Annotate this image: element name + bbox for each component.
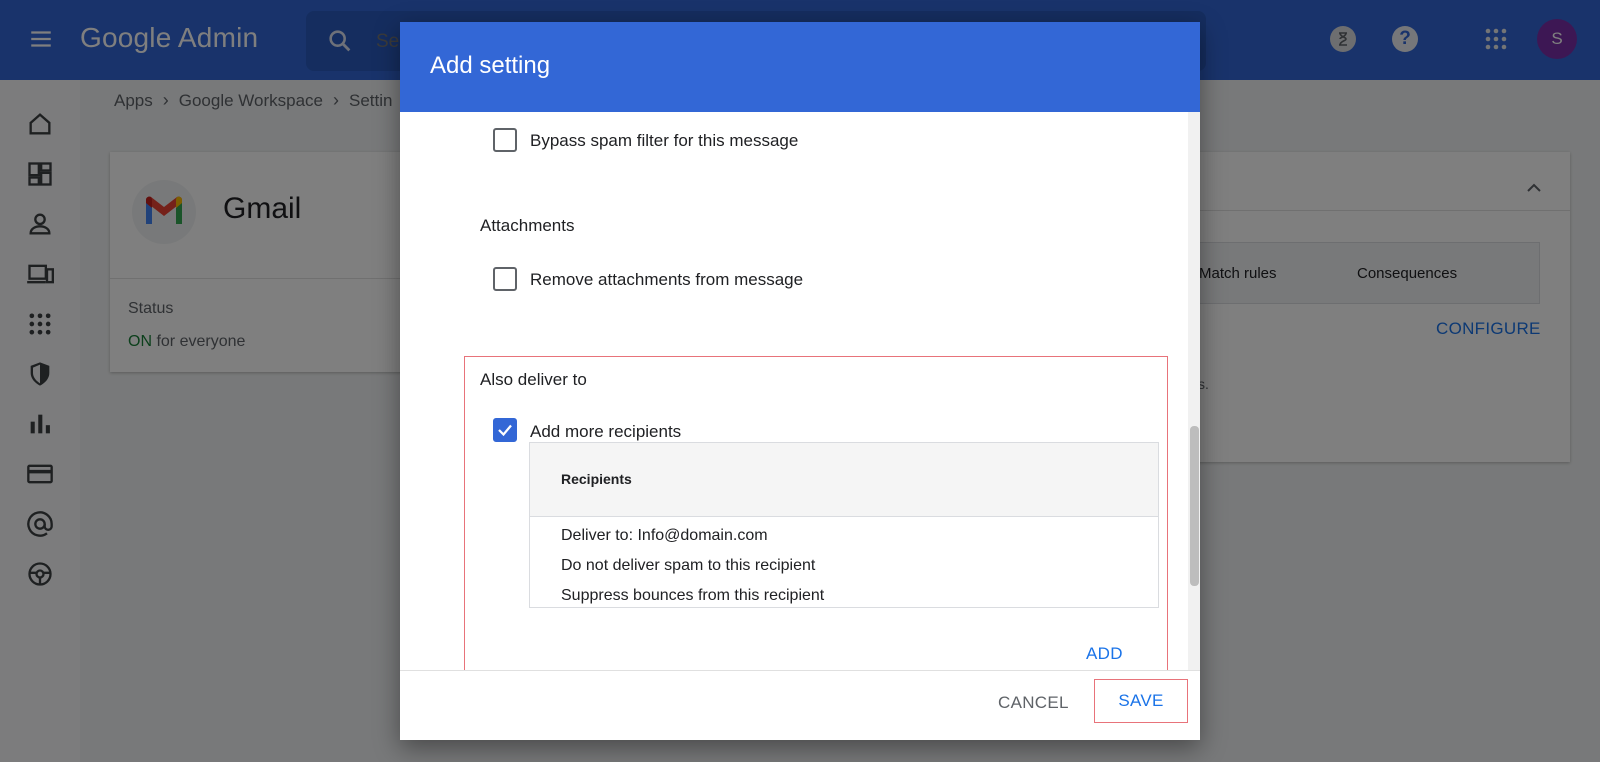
recipients-table-header: Recipients bbox=[530, 443, 1158, 517]
dialog-body: Bypass spam filter for this message Atta… bbox=[400, 112, 1200, 670]
add-recipients-label[interactable]: Add more recipients bbox=[530, 422, 681, 442]
recipients-table: Recipients Deliver to: Info@domain.com D… bbox=[529, 442, 1159, 608]
recipient-detail-line[interactable]: Do not deliver spam to this recipient bbox=[561, 557, 815, 575]
recipient-detail-line[interactable]: Deliver to: Info@domain.com bbox=[561, 527, 768, 545]
bypass-spam-label[interactable]: Bypass spam filter for this message bbox=[530, 131, 798, 151]
add-recipients-checkbox[interactable] bbox=[493, 418, 517, 442]
save-button[interactable]: SAVE bbox=[1094, 679, 1188, 723]
add-recipient-button[interactable]: ADD bbox=[1086, 644, 1123, 664]
dialog-title: Add setting bbox=[430, 52, 551, 79]
attachments-section-label: Attachments bbox=[480, 216, 575, 235]
recipients-header-label: Recipients bbox=[561, 471, 632, 487]
cancel-button[interactable]: CANCEL bbox=[998, 693, 1069, 713]
dialog-scrollbar[interactable] bbox=[1188, 112, 1200, 670]
checkmark-icon bbox=[498, 424, 512, 437]
remove-attachments-label[interactable]: Remove attachments from message bbox=[530, 270, 803, 290]
recipient-detail-line[interactable]: Suppress bounces from this recipient bbox=[561, 587, 824, 605]
also-deliver-section-label: Also deliver to bbox=[480, 370, 587, 389]
scrollbar-thumb[interactable] bbox=[1190, 426, 1199, 586]
remove-attachments-checkbox[interactable] bbox=[493, 267, 517, 291]
dialog-footer: CANCEL SAVE bbox=[400, 670, 1200, 740]
bypass-spam-checkbox[interactable] bbox=[493, 128, 517, 152]
dialog-header: Add setting bbox=[400, 22, 1200, 112]
add-setting-dialog: Add setting Bypass spam filter for this … bbox=[400, 22, 1200, 740]
